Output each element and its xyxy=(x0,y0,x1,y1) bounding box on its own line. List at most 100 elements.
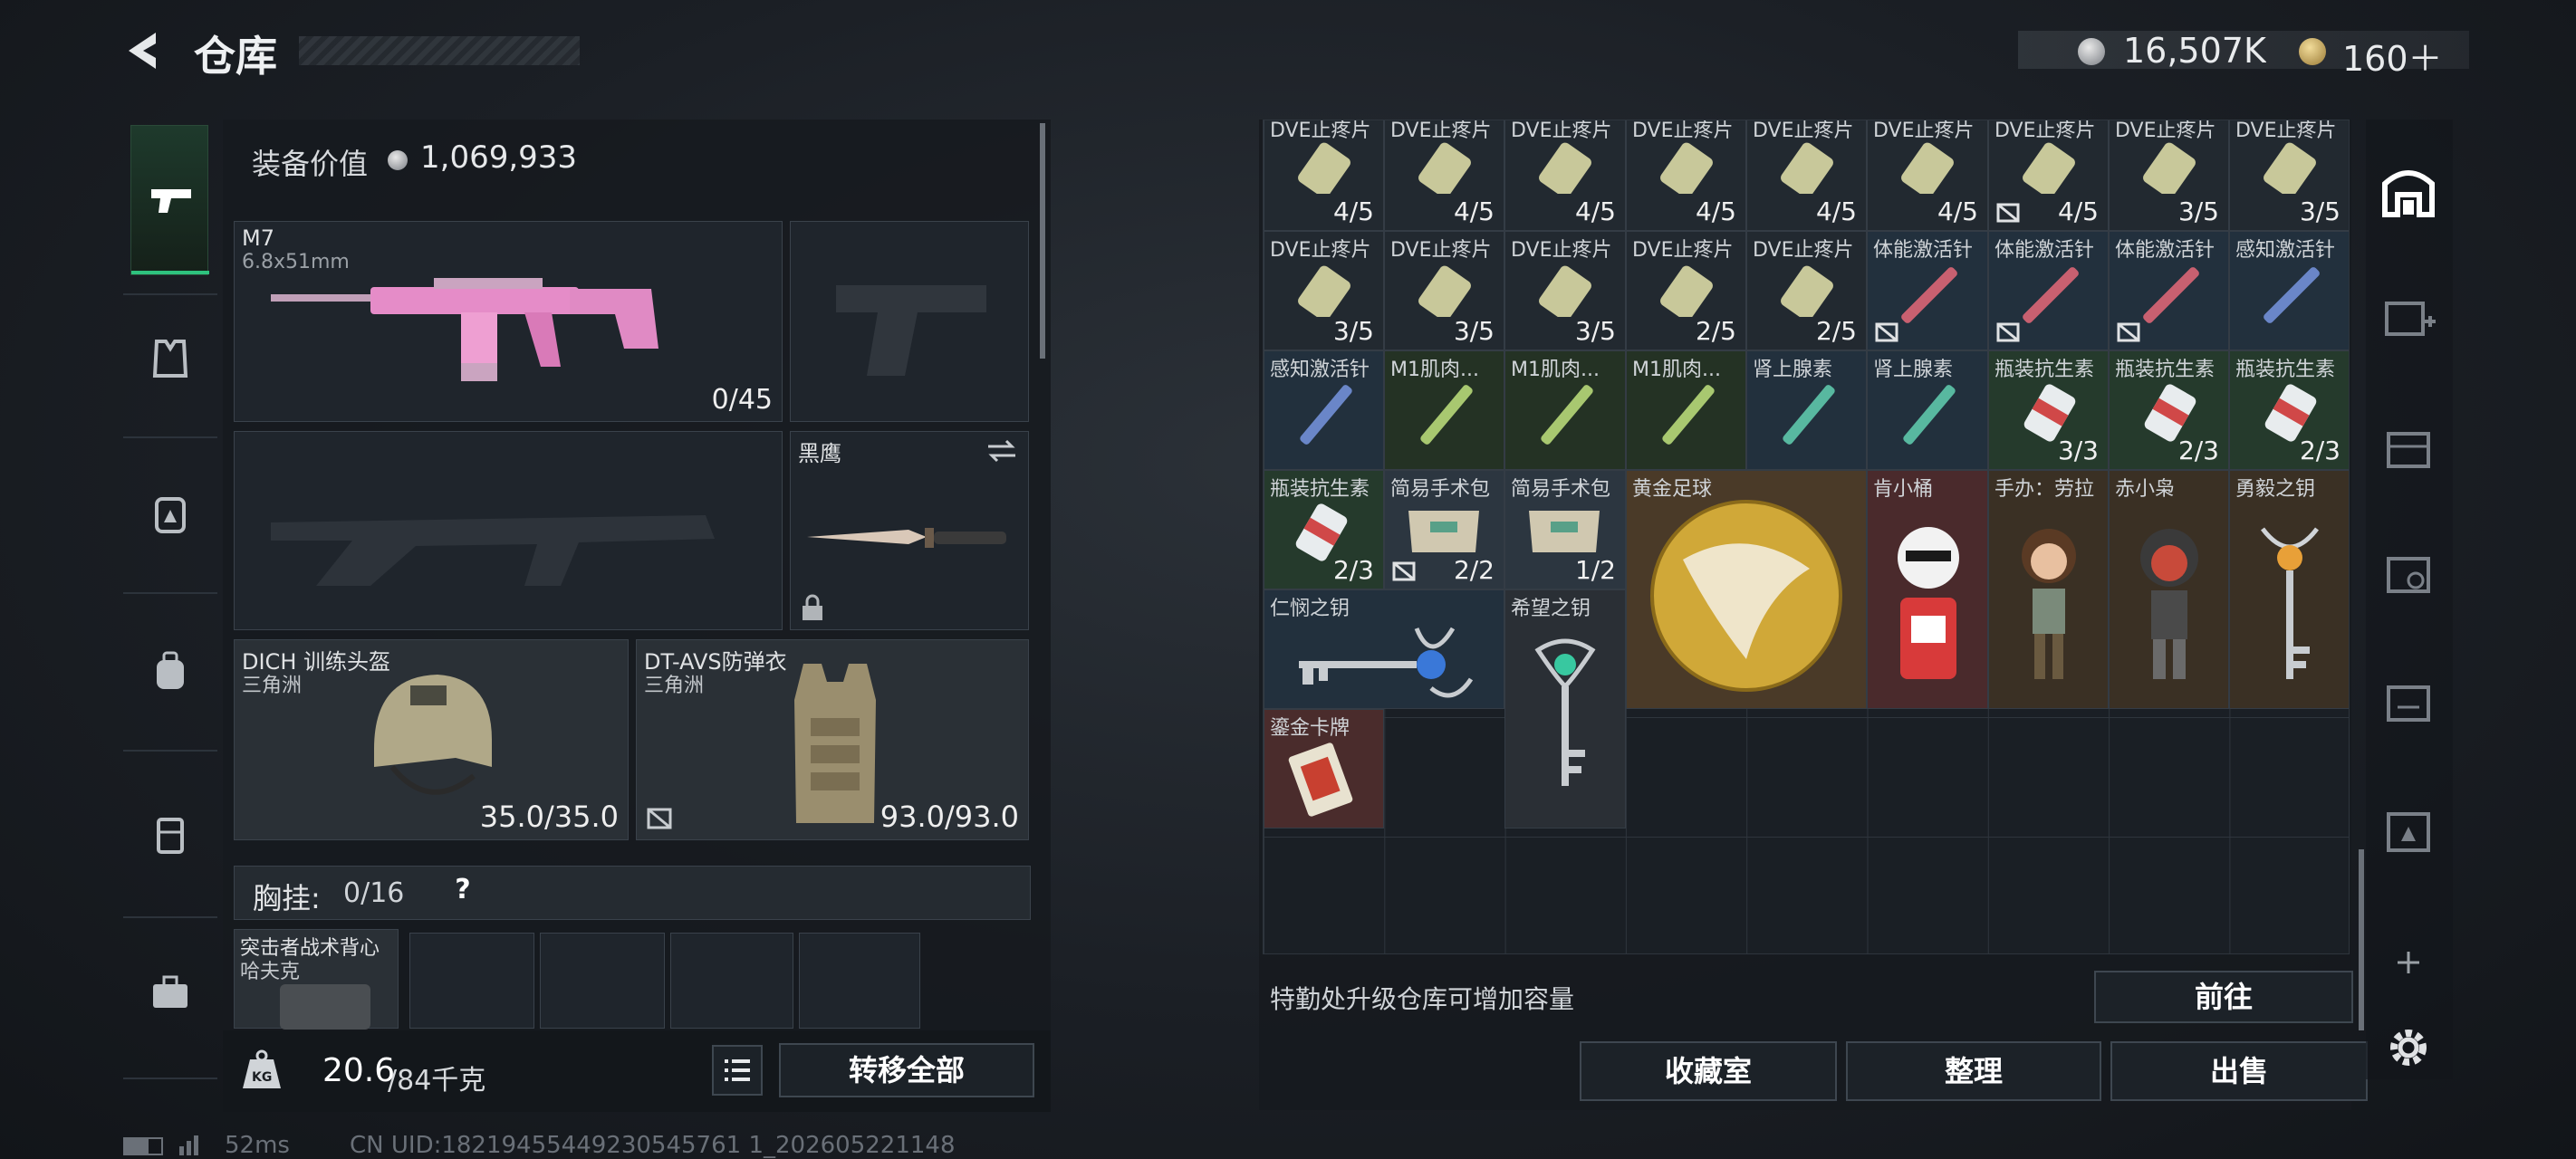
stash-item[interactable]: 鎏金卡牌 xyxy=(1264,709,1384,829)
pouch-slot-2[interactable] xyxy=(540,933,665,1029)
pouch-slot-3[interactable] xyxy=(670,933,793,1029)
stash-item[interactable]: 肯小桶 xyxy=(1867,470,1988,709)
stash-item[interactable]: DVE止疼片 4/5 xyxy=(1988,120,2109,231)
stash-tab-ii[interactable] xyxy=(2368,790,2449,871)
pouch-slot-1[interactable] xyxy=(409,933,534,1029)
lara-figure-icon xyxy=(2022,529,2076,679)
page-title: 仓库 xyxy=(194,32,277,81)
stash-scrollbar[interactable] xyxy=(2359,849,2364,1030)
collection-room-button[interactable]: 收藏室 xyxy=(1580,1041,1837,1101)
primary-weapon-slot[interactable]: M7 6.8x51mm 0/45 xyxy=(234,221,783,422)
pouch-slot-4[interactable] xyxy=(799,933,920,1029)
helmet-slot[interactable]: DICH 训练头盔 三角洲 35.0/35.0 xyxy=(234,639,629,840)
stash-item[interactable]: M1肌肉... xyxy=(1384,350,1504,470)
stash-item[interactable]: M1肌肉... xyxy=(1626,350,1746,470)
stash-item[interactable]: 赤小枭 xyxy=(2109,470,2229,709)
sidebar-item-weapons[interactable] xyxy=(130,125,209,275)
stash-tab-iv-2[interactable] xyxy=(2368,406,2449,487)
transfer-all-button[interactable]: 转移全部 xyxy=(779,1043,1034,1097)
stash-item[interactable]: 简易手术包 1/2 xyxy=(1504,470,1626,589)
sell-button[interactable]: 出售 xyxy=(2110,1041,2368,1101)
pill-bottle-icon xyxy=(2143,142,2196,194)
loadout-scrollbar[interactable] xyxy=(1040,123,1045,359)
stash-item[interactable]: 黄金足球 xyxy=(1626,470,1867,709)
stash-item[interactable]: DVE止疼片 4/5 xyxy=(1504,120,1626,231)
stash-item[interactable]: 仁悯之钥 xyxy=(1264,589,1504,709)
pill-bottle-icon xyxy=(2023,142,2075,194)
case-icon xyxy=(157,818,184,854)
stash-item[interactable]: 简易手术包 2/2 xyxy=(1384,470,1504,589)
stash-item[interactable]: 体能激活针 xyxy=(2109,231,2229,350)
equip-value: 1,069,933 xyxy=(420,139,578,176)
pistol-silhouette-icon xyxy=(836,285,986,376)
no-export-icon xyxy=(2117,322,2140,342)
stash-item[interactable]: DVE止疼片 3/5 xyxy=(2229,120,2349,231)
stash-item[interactable]: 肾上腺素 xyxy=(1867,350,1988,470)
stash-item[interactable]: 感知激活针 xyxy=(2229,231,2349,350)
case-add-icon xyxy=(2385,302,2436,336)
stash-item[interactable]: M1肌肉... xyxy=(1504,350,1626,470)
chest-help-icon[interactable]: ? xyxy=(445,874,481,910)
stash-item[interactable]: 瓶装抗生素 3/3 xyxy=(1988,350,2109,470)
stash-item[interactable]: 瓶装抗生素 2/3 xyxy=(2229,350,2349,470)
sidebar-item-cases[interactable] xyxy=(132,797,208,873)
no-export-icon xyxy=(1392,561,1416,581)
currency-coupon[interactable]: 160＋ xyxy=(2342,31,2443,81)
uid: CN UID:18219455449230545761 1_2026052211… xyxy=(350,1132,956,1159)
back-button[interactable] xyxy=(120,27,165,74)
stash-item[interactable]: 体能激活针 xyxy=(1988,231,2109,350)
secondary-weapon-slot[interactable] xyxy=(234,431,783,630)
pill-bottle-icon xyxy=(1539,265,1591,317)
sidebar-item-armor[interactable] xyxy=(132,321,208,397)
stash-item[interactable]: 瓶装抗生素 2/3 xyxy=(2109,350,2229,470)
chest-rig-bar[interactable]: 胸挂: 0/16 ? xyxy=(234,866,1031,920)
hafcoin-icon xyxy=(2078,38,2105,65)
stash-item[interactable]: DVE止疼片 2/5 xyxy=(1626,231,1746,350)
syringe-icon xyxy=(1300,385,1352,445)
stash-item[interactable]: 手办：劳拉 xyxy=(1988,470,2109,709)
stash-item[interactable]: DVE止疼片 2/5 xyxy=(1746,231,1867,350)
backpack-slot[interactable]: 突击者战术背心 哈夫克 xyxy=(234,929,399,1030)
stash-item[interactable]: 肾上腺素 xyxy=(1746,350,1867,470)
sidebar-item-bags[interactable] xyxy=(132,634,208,710)
stash-item[interactable]: DVE止疼片 4/5 xyxy=(1746,120,1867,231)
no-export-icon xyxy=(1875,322,1898,342)
stash-item[interactable]: DVE止疼片 4/5 xyxy=(1384,120,1504,231)
stash-item[interactable]: 瓶装抗生素 2/3 xyxy=(1264,470,1384,589)
melee-slot[interactable]: 黑鹰 xyxy=(790,431,1029,630)
list-view-button[interactable] xyxy=(712,1045,763,1096)
stash-item[interactable]: DVE止疼片 3/5 xyxy=(2109,120,2229,231)
armor-origin: 三角洲 xyxy=(644,675,705,697)
organize-button[interactable]: 整理 xyxy=(1846,1041,2101,1101)
stash-tab-iv-add[interactable] xyxy=(2368,273,2449,355)
stash-item[interactable]: DVE止疼片 4/5 xyxy=(1867,120,1988,231)
stash-item[interactable]: DVE止疼片 4/5 xyxy=(1264,120,1384,231)
stash-item[interactable]: DVE止疼片 4/5 xyxy=(1626,120,1746,231)
stash-item[interactable]: DVE止疼片 3/5 xyxy=(1504,231,1626,350)
pill-bottle-icon xyxy=(1781,142,1833,194)
stash-item[interactable]: 勇毅之钥 xyxy=(2229,470,2349,709)
swap-icon[interactable] xyxy=(985,437,1019,465)
pill-bottle-icon xyxy=(1781,265,1833,317)
helmet-durability: 35.0/35.0 xyxy=(479,800,619,834)
title-stripes xyxy=(299,36,580,65)
stash-item[interactable]: 希望之钥 xyxy=(1504,589,1626,829)
stash-item[interactable]: DVE止疼片 3/5 xyxy=(1384,231,1504,350)
stash-item[interactable]: 感知激活针 xyxy=(1264,350,1384,470)
stash-item[interactable]: 体能激活针 xyxy=(1867,231,1988,350)
stash-item[interactable]: DVE止疼片 3/5 xyxy=(1264,231,1384,350)
settings-button[interactable] xyxy=(2368,1007,2449,1088)
armor-slot[interactable]: DT-AVS防弹衣 三角洲 93.0/93.0 xyxy=(636,639,1029,840)
sidearm-slot[interactable] xyxy=(790,221,1029,422)
hope-key-icon xyxy=(1534,638,1596,786)
syringe-icon xyxy=(1903,385,1956,445)
stash-tab-iii[interactable] xyxy=(2368,659,2449,741)
goto-button[interactable]: 前往 xyxy=(2094,971,2353,1023)
sidebar-item-toolbox[interactable] xyxy=(132,954,208,1030)
add-stash-tab-button[interactable] xyxy=(2368,922,2449,1003)
stash-tab-main[interactable] xyxy=(2368,148,2449,230)
svg-text:KG: KG xyxy=(252,1070,272,1085)
sidebar-item-gear[interactable] xyxy=(132,476,208,552)
gear-icon xyxy=(2390,1030,2427,1066)
stash-tab-iv-3[interactable] xyxy=(2368,531,2449,612)
